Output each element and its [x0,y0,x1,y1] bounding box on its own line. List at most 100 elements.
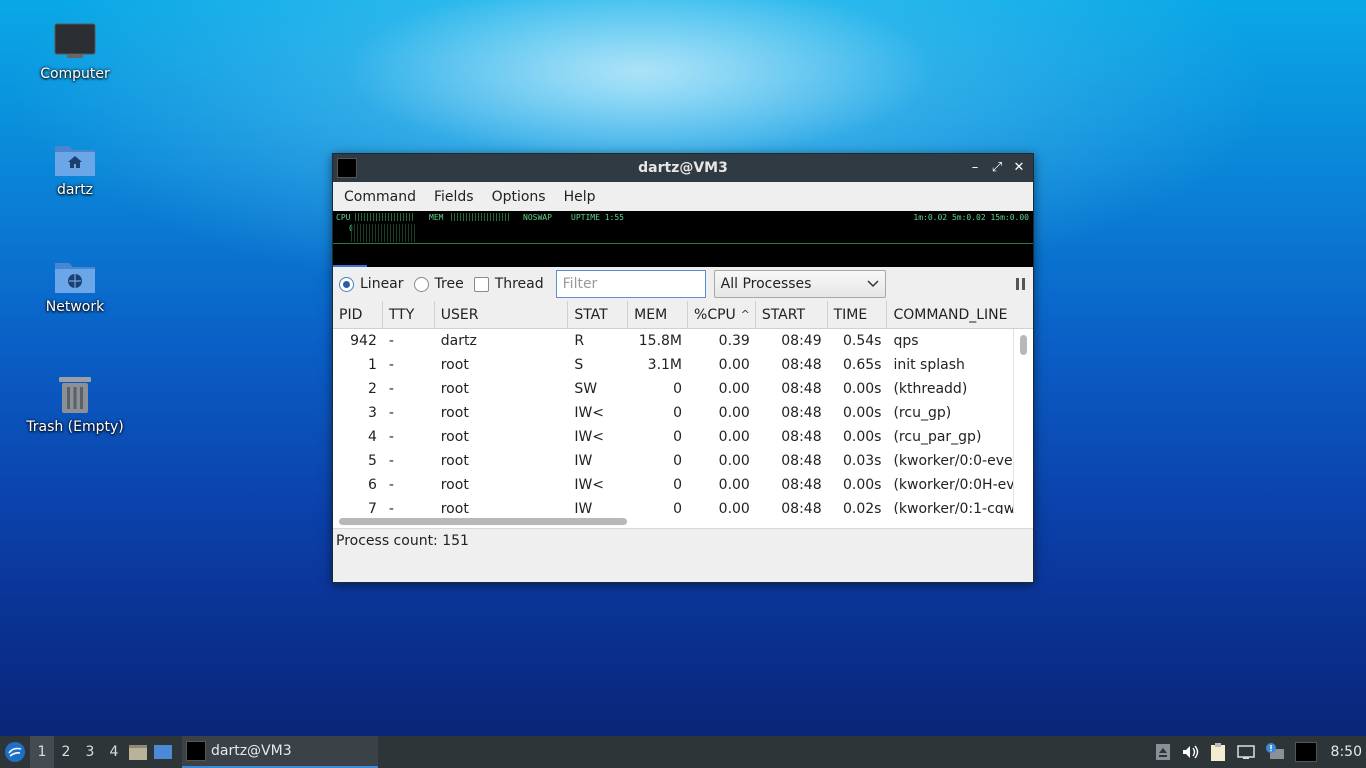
cell-start: 08:48 [781,381,822,397]
checkbox-box[interactable] [473,276,489,292]
col-pid[interactable]: PID [333,301,383,328]
menu-help[interactable]: Help [555,189,605,205]
cell-pid: 6 [367,477,377,493]
workspace-2[interactable]: 2 [54,736,78,768]
pause-icon[interactable] [1016,278,1025,290]
chevron-down-icon [867,280,879,288]
desktop-icon-label: Computer [40,66,110,82]
cell-tty: - [388,357,394,373]
cell-pid: 5 [367,453,377,469]
uptime-label: UPTIME 1:55 [571,213,624,222]
col-command-line[interactable]: COMMAND_LINE [887,301,1033,328]
horizontal-scrollbar[interactable] [333,514,1033,528]
cell-user: root [440,429,469,445]
cell-stat: IW [574,453,593,469]
file-manager-launcher[interactable] [126,736,150,768]
thread-checkbox[interactable]: Thread [473,276,544,292]
cell-time: 0.00s [843,405,882,421]
cell-tty: - [388,405,394,421]
eject-icon[interactable] [1155,743,1171,761]
desktop-icon-label: dartz [56,182,94,198]
filter-input[interactable] [555,270,706,298]
cell-start: 08:49 [781,333,822,349]
linear-radio[interactable]: Linear [339,276,404,292]
maximize-button[interactable]: ⤢ [989,158,1005,178]
cell-stat: S [574,357,584,373]
volume-icon[interactable] [1181,744,1199,760]
taskbar-task-qps[interactable]: dartz@VM3 [182,736,378,768]
close-button[interactable]: ✕ [1011,158,1027,178]
view-controls: Linear Tree Thread All Processes [333,267,1033,301]
cell-time: 0.65s [843,357,882,373]
radio-unselected[interactable] [413,276,429,292]
table-row[interactable]: 4- root IW< 0 0.00 08:48 0.00s (rcu_par_gp) [333,425,1033,449]
col-tty[interactable]: TTY [383,301,435,328]
cell-start: 08:48 [781,429,822,445]
col-time[interactable]: TIME [828,301,888,328]
system-monitor-graph[interactable]: CPU MEM NOSWAP UPTIME 1:55 1m:0.02 5m:0.… [333,211,1033,267]
cell-cpu: 0.00 [718,405,750,421]
table-row[interactable]: 3- root IW< 0 0.00 08:48 0.00s (rcu_gp) [333,401,1033,425]
desktop-icon-computer[interactable]: Computer [15,22,135,82]
table-row[interactable]: 6- root IW< 0 0.00 08:48 0.00s (kworker/0:0H-ev [333,473,1033,497]
col-cpu[interactable]: %CPU ^ [688,301,756,328]
scroll-thumb[interactable] [339,518,627,525]
cell-start: 08:48 [781,405,822,421]
window-titlebar[interactable]: dartz@VM3 – ⤢ ✕ [333,154,1033,182]
cell-start: 08:48 [781,453,822,469]
menu-command[interactable]: Command [335,189,425,205]
cpu-label: CPU [336,213,351,222]
tree-radio[interactable]: Tree [413,276,464,292]
col-stat[interactable]: STAT [568,301,629,328]
mem-meter [451,213,509,221]
network-icon[interactable] [1236,744,1255,760]
graph-divider [333,243,1033,244]
scroll-thumb[interactable] [1020,335,1027,355]
col-mem[interactable]: MEM [628,301,689,328]
col-start[interactable]: START [756,301,828,328]
desktop-icon-network[interactable]: Network [15,257,135,315]
taskbar: 1 2 3 4 dartz@VM3 8:50 [0,736,1366,768]
desktop-icon-trash[interactable]: Trash (Empty) [15,373,135,435]
status-bar: Process count: 151 [333,528,1033,554]
cell-cpu: 0.00 [718,477,750,493]
menu-options[interactable]: Options [483,189,555,205]
start-menu-button[interactable] [0,736,30,768]
desktop-icon-home-folder[interactable]: dartz [15,140,135,198]
clipboard-icon[interactable] [1209,742,1227,762]
cell-user: root [440,381,469,397]
desktop-icon-label: Network [45,299,105,315]
radio-selected[interactable] [339,276,354,292]
cell-cpu: 0.00 [718,381,750,397]
cell-tty: - [388,333,394,349]
computer-icon [54,23,96,58]
thread-label: Thread [494,276,544,292]
cell-tty: - [388,453,394,469]
cell-start: 08:48 [781,477,822,493]
process-filter-select[interactable]: All Processes [713,270,886,298]
home-folder-icon [55,146,95,176]
table-row[interactable]: 2- root SW 0 0.00 08:48 0.00s (kthreadd) [333,377,1033,401]
app-icon[interactable] [337,158,357,178]
file-manager-icon [129,745,147,760]
col-user[interactable]: USER [435,301,569,328]
cell-stat: IW< [574,477,605,493]
workspace-1[interactable]: 1 [30,736,54,768]
notification-icon[interactable] [1265,743,1285,761]
table-row[interactable]: 5- root IW 0 0.00 08:48 0.03s (kworker/0:0-ever [333,449,1033,473]
show-desktop-launcher[interactable] [150,736,176,768]
terminal-tray-icon[interactable] [1294,742,1317,762]
menu-fields[interactable]: Fields [425,189,483,205]
vertical-scrollbar[interactable] [1013,329,1033,528]
cell-cpu: 0.00 [718,429,750,445]
workspace-4[interactable]: 4 [102,736,126,768]
cell-mem: 15.8M [638,333,683,349]
table-row[interactable]: 942- dartz R 15.8M 0.39 08:49 0.54s qps [333,329,1033,353]
table-body: 942- dartz R 15.8M 0.39 08:49 0.54s qps 1- root S 3… [333,329,1033,528]
minimize-button[interactable]: – [967,158,983,178]
cell-stat: SW [574,381,598,397]
clock[interactable]: 8:50 [1331,744,1362,760]
linear-label: Linear [360,276,404,292]
workspace-3[interactable]: 3 [78,736,102,768]
table-row[interactable]: 1- root S 3.1M 0.00 08:48 0.65s init splash [333,353,1033,377]
